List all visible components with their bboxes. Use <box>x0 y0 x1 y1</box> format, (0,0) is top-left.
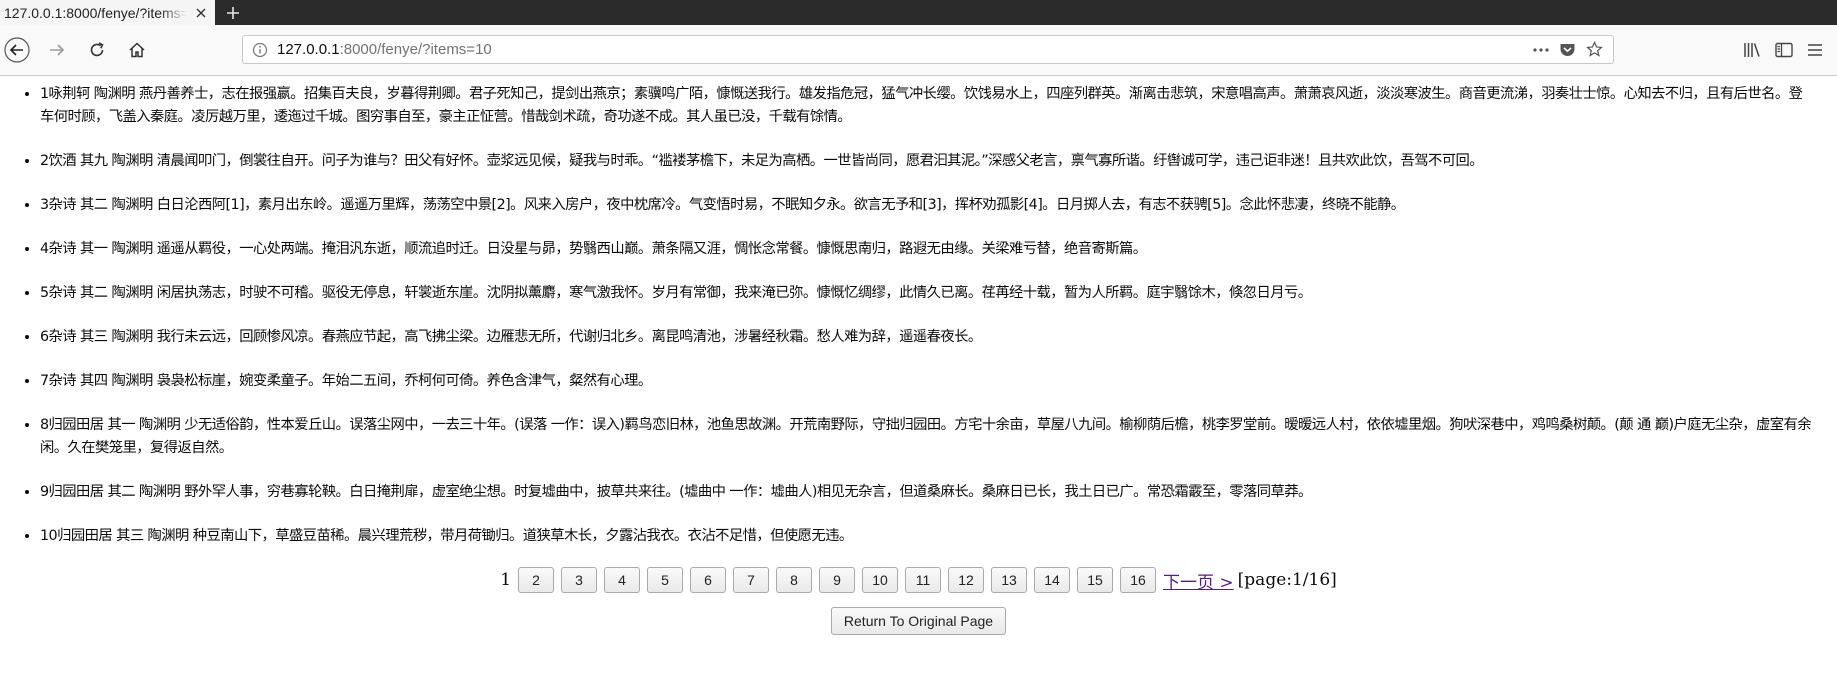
home-icon <box>129 42 145 58</box>
url-path: :8000/fenye/?items=10 <box>339 41 492 58</box>
new-tab-button[interactable] <box>215 0 251 25</box>
page-button-4[interactable]: 4 <box>604 567 641 593</box>
page-actions-menu-icon[interactable] <box>1533 47 1549 52</box>
navigation-toolbar: 127.0.0.1:8000/fenye/?items=10 <box>0 25 1837 76</box>
tab-title: 127.0.0.1:8000/fenye/?items= <box>4 4 187 21</box>
current-page: 1 <box>500 570 512 590</box>
page-button-12[interactable]: 12 <box>948 567 985 593</box>
page-button-2[interactable]: 2 <box>518 567 555 593</box>
url-text[interactable]: 127.0.0.1:8000/fenye/?items=10 <box>277 41 1533 58</box>
reload-button[interactable] <box>80 33 114 67</box>
plus-icon <box>227 6 239 19</box>
reload-icon <box>90 42 104 57</box>
list-item: 5杂诗 其二 陶渊明 闲居执荡志，时驶不可稽。驱役无停息，轩裳逝东崖。沈阴拟薰麝… <box>40 282 1815 305</box>
back-button[interactable] <box>0 33 34 67</box>
close-tab-icon[interactable] <box>193 5 209 21</box>
list-item: 3杂诗 其二 陶渊明 白日沦西阿[1]，素月出东岭。遥遥万里辉，荡荡空中景[2]… <box>40 194 1815 217</box>
list-item: 1咏荆轲 陶渊明 燕丹善养士，志在报强嬴。招集百夫良，岁暮得荆卿。君子死知己，提… <box>40 83 1815 129</box>
page-button-14[interactable]: 14 <box>1034 567 1071 593</box>
pocket-icon[interactable] <box>1559 42 1576 58</box>
next-page-link[interactable]: 下一页 > <box>1163 568 1234 593</box>
page-button-16[interactable]: 16 <box>1120 567 1157 593</box>
home-button[interactable] <box>120 33 154 67</box>
list-item: 9归园田居 其二 陶渊明 野外罕人事，穷巷寡轮鞅。白日掩荆扉，虚室绝尘想。时复墟… <box>40 481 1815 504</box>
url-host: 127.0.0.1 <box>277 41 340 58</box>
page-button-10[interactable]: 10 <box>862 567 899 593</box>
hamburger-menu-icon[interactable] <box>1807 43 1823 57</box>
page-button-9[interactable]: 9 <box>819 567 856 593</box>
forward-arrow-icon <box>50 44 65 56</box>
page-button-7[interactable]: 7 <box>733 567 770 593</box>
page-button-11[interactable]: 11 <box>905 567 942 593</box>
back-arrow-icon <box>4 37 30 63</box>
return-to-original-page-button[interactable]: Return To Original Page <box>830 607 1007 635</box>
site-info-icon[interactable] <box>243 42 277 58</box>
page-button-8[interactable]: 8 <box>776 567 813 593</box>
page-button-13[interactable]: 13 <box>991 567 1028 593</box>
list-item: 2饮酒 其九 陶渊明 清晨闻叩门，倒裳往自开。问子为谁与？田父有好怀。壶浆远见候… <box>40 150 1815 173</box>
list-item: 10归园田居 其三 陶渊明 种豆南山下，草盛豆苗稀。晨兴理荒秽，带月荷锄归。道狭… <box>40 525 1815 548</box>
page-info: [page:1/16] <box>1237 570 1337 590</box>
address-bar[interactable]: 127.0.0.1:8000/fenye/?items=10 <box>242 35 1614 64</box>
page-button-6[interactable]: 6 <box>690 567 727 593</box>
sidebar-icon[interactable] <box>1775 42 1793 58</box>
page-button-15[interactable]: 15 <box>1077 567 1114 593</box>
browser-tab-active[interactable]: 127.0.0.1:8000/fenye/?items= <box>0 0 215 25</box>
library-icon[interactable] <box>1743 42 1761 58</box>
list-item: 8归园田居 其一 陶渊明 少无适俗韵，性本爱丘山。误落尘网中，一去三十年。(误落… <box>40 414 1815 460</box>
tab-strip: 127.0.0.1:8000/fenye/?items= <box>0 0 1837 25</box>
list-item: 4杂诗 其一 陶渊明 遥遥从羁役，一心处两端。掩泪汎东逝，顺流追时迁。日没星与昴… <box>40 238 1815 261</box>
pagination: 1 2 3 4 5 6 7 8 9 10 11 12 13 14 15 16 下… <box>22 567 1815 593</box>
forward-button[interactable] <box>40 33 74 67</box>
page-button-5[interactable]: 5 <box>647 567 684 593</box>
list-item: 6杂诗 其三 陶渊明 我行未云远，回顾惨风凉。春燕应节起，高飞拂尘梁。边雁悲无所… <box>40 326 1815 349</box>
bookmark-star-icon[interactable] <box>1586 41 1603 58</box>
page-button-3[interactable]: 3 <box>561 567 598 593</box>
page-content: 1咏荆轲 陶渊明 燕丹善养士，志在报强嬴。招集百夫良，岁暮得荆卿。君子死知己，提… <box>0 76 1837 635</box>
list-item: 7杂诗 其四 陶渊明 袅袅松标崖，婉变柔童子。年始二五间，乔柯何可倚。养色含津气… <box>40 370 1815 393</box>
poem-list: 1咏荆轲 陶渊明 燕丹善养士，志在报强嬴。招集百夫良，岁暮得荆卿。君子死知己，提… <box>22 83 1815 548</box>
